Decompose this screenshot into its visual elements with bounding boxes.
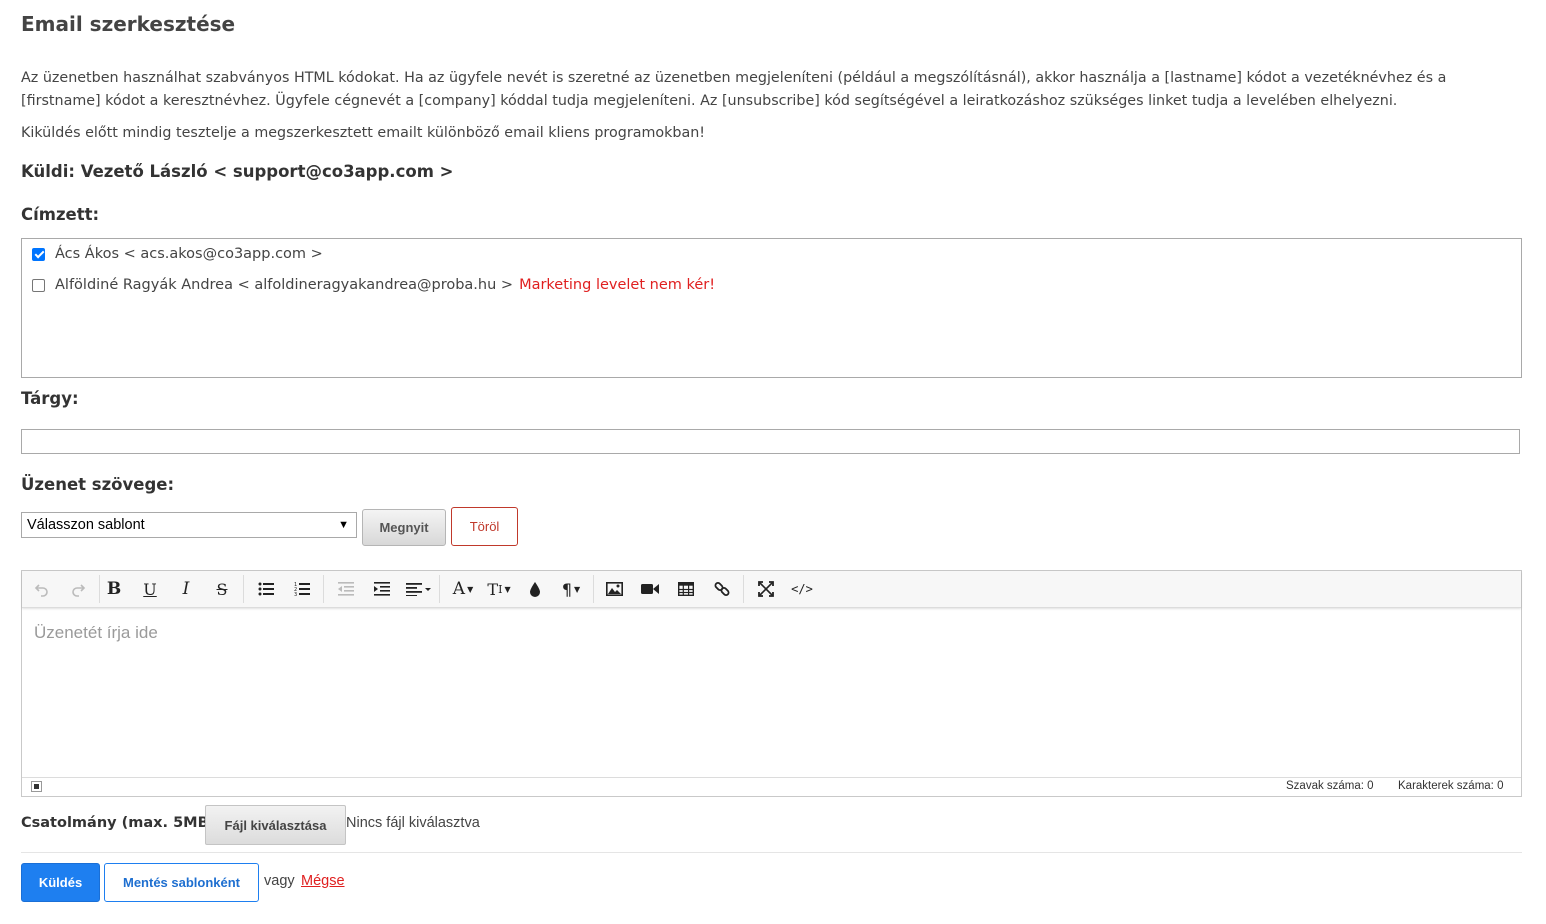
color-icon[interactable] xyxy=(522,577,548,601)
code-view-icon[interactable]: </> xyxy=(789,577,815,601)
recipient-checkbox[interactable] xyxy=(32,247,45,261)
message-label: Üzenet szövege: xyxy=(21,475,175,494)
recipient-item[interactable]: Ács Ákos < acs.akos@co3app.com > xyxy=(32,246,323,262)
align-icon[interactable] xyxy=(403,577,435,601)
fullscreen-icon[interactable] xyxy=(753,577,779,601)
attachment-label: Csatolmány (max. 5MB): xyxy=(21,815,222,831)
table-icon[interactable] xyxy=(673,577,699,601)
recipient-label: Ács Ákos < acs.akos@co3app.com > xyxy=(55,246,323,262)
recipient-checkbox[interactable] xyxy=(32,278,45,292)
subject-input[interactable] xyxy=(21,429,1520,454)
italic-icon[interactable]: I xyxy=(173,577,199,601)
divider xyxy=(21,852,1522,853)
paragraph-icon[interactable]: ¶ ▼ xyxy=(555,577,587,601)
outdent-icon[interactable] xyxy=(333,577,359,601)
editor-toolbar: B U I S 123 A ▼ T I ▼ ¶ ▼ </> xyxy=(22,571,1521,608)
marketing-warning: Marketing levelet nem kér! xyxy=(519,277,716,293)
svg-text:3: 3 xyxy=(294,592,297,596)
template-select-value: Válasszon sablont xyxy=(27,517,145,533)
rich-text-editor: B U I S 123 A ▼ T I ▼ ¶ ▼ </> Üzenetét í… xyxy=(21,570,1522,797)
save-as-template-button[interactable]: Mentés sablonként xyxy=(104,863,259,902)
test-note: Kiküldés előtt mindig tesztelje a megsze… xyxy=(21,125,706,141)
send-button[interactable]: Küldés xyxy=(21,863,100,902)
intro-text: Az üzenetben használhat szabványos HTML … xyxy=(21,70,1447,109)
template-select[interactable]: Válasszon sablont ▼ xyxy=(21,512,357,538)
recipient-item[interactable]: Alföldiné Ragyák Andrea < alfoldineragya… xyxy=(32,277,715,293)
redo-icon[interactable] xyxy=(65,577,91,601)
link-icon[interactable] xyxy=(709,577,735,601)
underline-icon[interactable]: U xyxy=(137,577,163,601)
char-count: Karakterek száma: 0 xyxy=(1398,780,1504,792)
video-icon[interactable] xyxy=(637,577,663,601)
editor-statusbar: Szavak száma: 0 Karakterek száma: 0 xyxy=(22,777,1521,796)
strikethrough-icon[interactable]: S xyxy=(209,577,235,601)
word-count: Szavak száma: 0 xyxy=(1286,780,1374,792)
open-template-button[interactable]: Megnyit xyxy=(362,509,446,546)
or-text: vagy xyxy=(264,873,295,889)
message-body-input[interactable]: Üzenetét írja ide xyxy=(34,623,158,643)
image-icon[interactable] xyxy=(601,577,627,601)
bullet-list-icon[interactable] xyxy=(253,577,279,601)
recipients-label: Címzett: xyxy=(21,205,100,224)
cancel-link[interactable]: Mégse xyxy=(301,873,345,889)
recipients-list: Ács Ákos < acs.akos@co3app.com > Alföldi… xyxy=(21,238,1522,378)
dropdown-arrow-icon: ▼ xyxy=(338,519,349,531)
file-status: Nincs fájl kiválasztva xyxy=(346,815,480,831)
subject-label: Tárgy: xyxy=(21,389,79,408)
delete-template-button[interactable]: Töröl xyxy=(451,507,518,546)
font-family-icon[interactable]: A ▼ xyxy=(447,577,479,601)
choose-file-button[interactable]: Fájl kiválasztása xyxy=(205,805,346,845)
recipient-label: Alföldiné Ragyák Andrea < alfoldineragya… xyxy=(55,277,514,293)
numbered-list-icon[interactable]: 123 xyxy=(289,577,315,601)
sender-line: Küldi: Vezető László < support@co3app.co… xyxy=(21,162,454,181)
font-size-icon[interactable]: T I ▼ xyxy=(483,577,515,601)
page-title: Email szerkesztése xyxy=(21,12,236,36)
bold-icon[interactable]: B xyxy=(101,577,127,601)
resize-handle-icon[interactable] xyxy=(31,781,42,792)
indent-icon[interactable] xyxy=(369,577,395,601)
undo-icon[interactable] xyxy=(29,577,55,601)
